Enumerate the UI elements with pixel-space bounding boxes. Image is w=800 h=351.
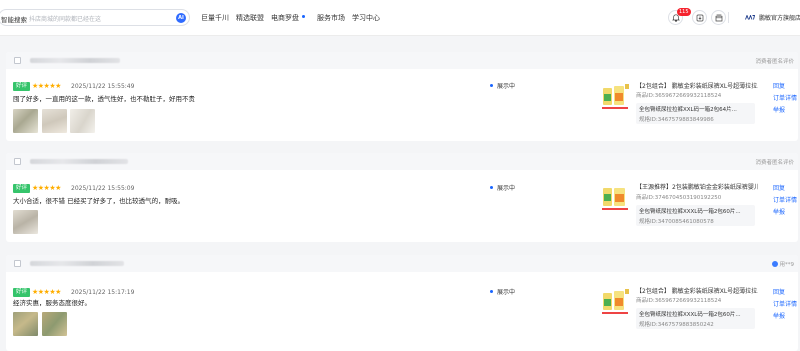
header-divider (728, 12, 729, 23)
shop-logo-icon (745, 15, 755, 20)
review-photo[interactable] (42, 109, 67, 133)
status-dot (490, 290, 493, 293)
review-card-header: 用**9 (6, 255, 798, 272)
reviewer-avatar-icon (771, 261, 778, 267)
product-thumbnail[interactable] (600, 286, 630, 316)
blurred-order-info (30, 261, 124, 266)
review-content: 囤了好多，一直用的这一款，透气性好，也不勒肚子，好用不贵 (13, 95, 195, 103)
order-detail-link[interactable]: 订单详情 (773, 94, 797, 103)
rating-stars: ★★★★★ (32, 288, 61, 296)
sku-name: 全包臀纸尿拉拉裤XXXL码一箱2包60片... (639, 312, 741, 318)
search-label: 智能搜索 (1, 16, 27, 24)
search-box[interactable]: 智能搜索 抖店商城的同款都已经在这 AI (0, 9, 190, 26)
nav-item-learning-center[interactable]: 学习中心 (352, 13, 380, 23)
select-checkbox[interactable] (14, 158, 21, 165)
review-photo[interactable] (70, 109, 95, 133)
status-dot (490, 186, 493, 189)
good-review-tag: 好评 (13, 82, 30, 91)
download-icon (696, 14, 704, 22)
review-card: 用**9 好评 ★★★★★ 2025/11/22 15:17:19 经济实惠，服… (6, 255, 798, 351)
review-card: 消费者匿名评价 好评 ★★★★★ 2025/11/22 15:55:09 大小合… (6, 153, 798, 242)
blurred-order-info (30, 159, 128, 164)
nav-item-service-market[interactable]: 服务市场 (317, 13, 345, 23)
status-dot (490, 84, 493, 87)
sku-id: 规格ID:3467579883849986 (639, 117, 714, 123)
sku-id: 规格ID:3470085461080578 (639, 219, 714, 225)
rating-stars: ★★★★★ (32, 184, 61, 192)
report-link[interactable]: 举报 (773, 106, 785, 115)
review-photo[interactable] (42, 312, 67, 336)
product-title[interactable]: 【王源推荐】2包装鹏敏铂金金彩装纸尿裤婴儿... (636, 183, 758, 192)
review-photo[interactable] (13, 109, 38, 133)
notification-count-badge: 115 (677, 8, 691, 16)
reply-link[interactable]: 回复 (773, 184, 785, 193)
download-button[interactable] (692, 10, 707, 25)
good-review-tag: 好评 (13, 288, 30, 297)
order-detail-link[interactable]: 订单详情 (773, 300, 797, 309)
reviewer-anonymous-label: 消费者匿名评价 (755, 160, 794, 166)
sku-info: 全包臀纸尿拉拉裤XXL码一箱2包64片... 规格ID:346757988384… (636, 103, 755, 124)
product-thumbnail[interactable] (600, 182, 630, 212)
reviewer-name: 用**9 (771, 260, 794, 268)
sku-name: 全包臀纸尿拉拉裤XXXL码一箱2包60片... (639, 209, 741, 215)
status-label: 展示中 (497, 83, 516, 90)
sku-name: 全包臀纸尿拉拉裤XXL码一箱2包64片... (639, 107, 737, 113)
reply-link[interactable]: 回复 (773, 288, 785, 297)
sku-id: 规格ID:3467579883850242 (639, 322, 714, 328)
display-status: 展示中 (490, 82, 515, 91)
nav-item-alliance[interactable]: 精选联盟 (236, 13, 264, 23)
review-card: 消费者匿名评价 好评 ★★★★★ 2025/11/22 15:55:49 囤了好… (6, 52, 798, 141)
shop-name[interactable]: 鹏敏官方旗舰店 (759, 13, 800, 22)
order-detail-link[interactable]: 订单详情 (773, 196, 797, 205)
rating-stars: ★★★★★ (32, 82, 61, 90)
review-photo[interactable] (13, 210, 38, 234)
top-navigation-bar: 智能搜索 抖店商城的同款都已经在这 AI 巨量千川 精选联盟 电商罗盘 服务市场… (0, 0, 800, 36)
review-card-header: 消费者匿名评价 (6, 153, 798, 170)
good-review-tag: 好评 (13, 184, 30, 193)
product-title[interactable]: 【2包组合】 鹏敏金彩装纸尿裤XL号超薄拉拉... (636, 287, 758, 296)
status-label: 展示中 (497, 289, 516, 296)
search-input[interactable]: 抖店商城的同款都已经在这 (29, 14, 101, 23)
sku-info: 全包臀纸尿拉拉裤XXXL码一箱2包60片... 规格ID:34700854610… (636, 205, 755, 226)
store-icon (715, 14, 723, 22)
nav-new-dot (302, 15, 305, 18)
ai-search-icon[interactable]: AI (176, 13, 186, 23)
product-id: 商品ID:3746704503190192250 (636, 195, 722, 201)
nav-item-compass[interactable]: 电商罗盘 (271, 13, 299, 23)
product-thumbnail[interactable] (600, 81, 630, 111)
product-id: 商品ID:3659672669932118524 (636, 298, 722, 304)
product-title[interactable]: 【2包组合】 鹏敏金彩装纸尿裤XL号超薄拉拉... (636, 82, 758, 91)
nav-item-qianchuan[interactable]: 巨量千川 (201, 13, 229, 23)
select-checkbox[interactable] (14, 260, 21, 267)
review-time: 2025/11/22 15:55:49 (71, 83, 135, 90)
review-card-header: 消费者匿名评价 (6, 52, 798, 69)
reviewer-anonymous-label: 消费者匿名评价 (755, 59, 794, 65)
store-button[interactable] (711, 10, 726, 25)
reply-link[interactable]: 回复 (773, 82, 785, 91)
display-status: 展示中 (490, 184, 515, 193)
blurred-order-info (30, 58, 120, 63)
review-time: 2025/11/22 15:17:19 (71, 289, 135, 296)
status-label: 展示中 (497, 185, 516, 192)
product-id: 商品ID:3659672669932118524 (636, 93, 722, 99)
report-link[interactable]: 举报 (773, 208, 785, 217)
review-content: 经济实惠，服务态度很好。 (13, 299, 91, 307)
select-checkbox[interactable] (14, 57, 21, 64)
review-content: 大小合适，很不错 已经买了好多了，也比较透气的，耐吸。 (13, 197, 185, 205)
review-time: 2025/11/22 15:55:09 (71, 185, 135, 192)
sku-info: 全包臀纸尿拉拉裤XXXL码一箱2包60片... 规格ID:34675798838… (636, 308, 755, 329)
review-photo[interactable] (13, 312, 38, 336)
report-link[interactable]: 举报 (773, 312, 785, 321)
display-status: 展示中 (490, 288, 515, 297)
